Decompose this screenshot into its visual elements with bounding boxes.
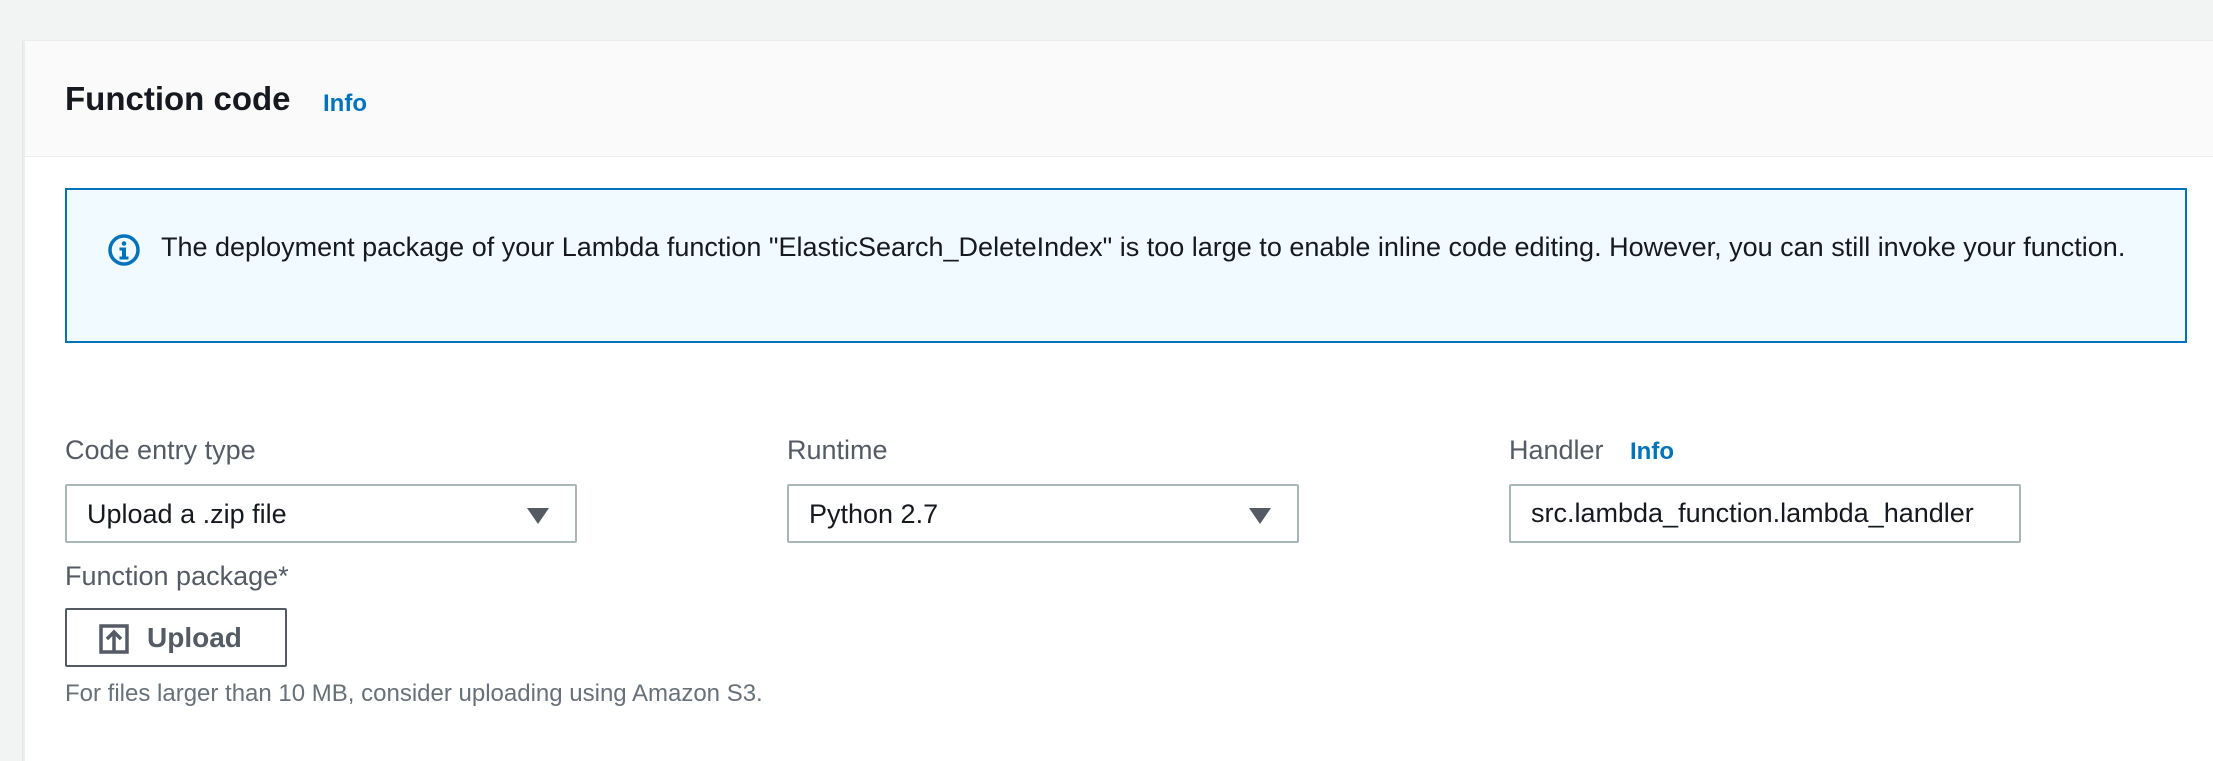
function-package-label: Function package*: [65, 561, 289, 591]
function-code-panel: Function code Info The deployment packag…: [23, 40, 2213, 761]
code-entry-type-value: Upload a .zip file: [87, 499, 287, 529]
upload-button-label: Upload: [147, 622, 242, 653]
runtime-value: Python 2.7: [809, 499, 939, 529]
upload-hint: For files larger than 10 MB, consider up…: [65, 680, 763, 707]
handler-input[interactable]: [1509, 484, 2021, 543]
info-alert: The deployment package of your Lambda fu…: [65, 188, 2187, 343]
upload-icon: [99, 624, 129, 654]
upload-button[interactable]: Upload: [65, 608, 287, 667]
panel-header: Function code Info: [25, 41, 2213, 157]
handler-label: Handler: [1509, 435, 1604, 465]
runtime-label: Runtime: [787, 435, 888, 465]
alert-message: The deployment package of your Lambda fu…: [161, 232, 2126, 262]
code-entry-type-label: Code entry type: [65, 435, 256, 465]
panel-title: Function code: [65, 80, 291, 117]
handler-info-link[interactable]: Info: [1630, 435, 1674, 469]
runtime-select[interactable]: Python 2.7: [787, 484, 1299, 543]
info-circle-icon: [108, 234, 140, 266]
caret-down-icon: [527, 508, 549, 524]
code-entry-type-select[interactable]: Upload a .zip file: [65, 484, 577, 543]
caret-down-icon: [1249, 508, 1271, 524]
title-info-link[interactable]: Info: [323, 89, 367, 119]
